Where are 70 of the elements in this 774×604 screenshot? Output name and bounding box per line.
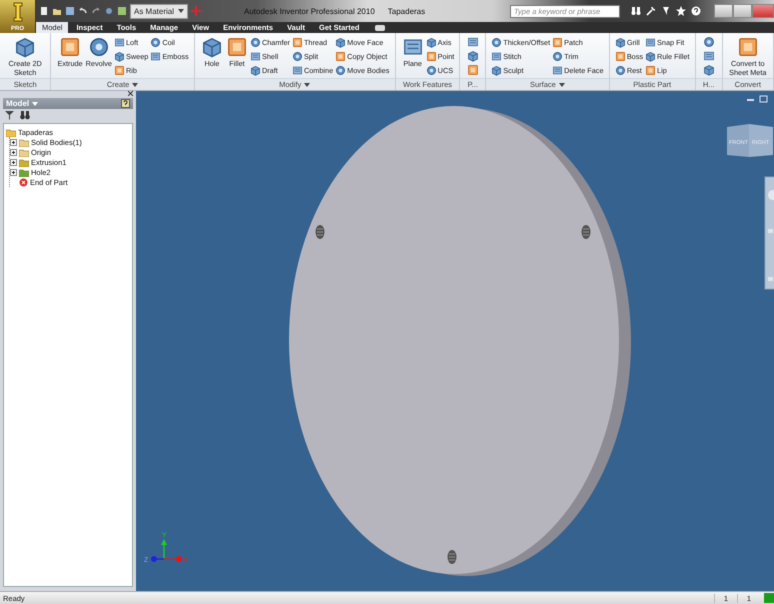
close-icon[interactable] bbox=[128, 91, 133, 96]
panel-icon bbox=[150, 50, 162, 62]
document-name: Tapaderas bbox=[388, 6, 426, 16]
axis-triad-icon bbox=[151, 539, 182, 562]
wrench-icon[interactable] bbox=[646, 6, 656, 16]
panel-icon bbox=[114, 36, 125, 48]
status-indicator bbox=[764, 593, 774, 604]
stop-icon bbox=[19, 178, 28, 187]
sheet-icon bbox=[736, 36, 759, 58]
disc-icon bbox=[292, 50, 303, 62]
tool-button[interactable] bbox=[466, 36, 479, 48]
sheet-icon bbox=[552, 36, 564, 48]
caret-icon bbox=[132, 82, 138, 87]
app-logo-icon bbox=[10, 2, 24, 22]
sheet-icon bbox=[114, 64, 125, 76]
panel-icon bbox=[491, 50, 502, 62]
expand-icon[interactable] bbox=[10, 148, 17, 156]
circle-icon[interactable] bbox=[104, 6, 114, 16]
sheet-icon bbox=[645, 64, 656, 76]
caret-icon bbox=[32, 102, 38, 106]
disc-icon bbox=[250, 36, 261, 48]
redo-icon[interactable] bbox=[91, 6, 101, 16]
restore-button[interactable] bbox=[733, 4, 752, 18]
undo-icon[interactable] bbox=[78, 6, 88, 16]
open-folder-icon[interactable] bbox=[52, 6, 62, 16]
panel-icon bbox=[702, 50, 715, 62]
disc-icon bbox=[702, 36, 715, 48]
window-minimize-icon[interactable] bbox=[747, 99, 754, 102]
panel-icon bbox=[250, 50, 261, 62]
panel-icon bbox=[466, 36, 479, 48]
help-icon[interactable] bbox=[121, 99, 130, 108]
expand-icon[interactable] bbox=[10, 168, 17, 176]
sheet-icon bbox=[292, 36, 303, 48]
tool-button[interactable] bbox=[702, 36, 715, 48]
sheet-icon bbox=[466, 64, 479, 76]
panel-icon bbox=[552, 64, 564, 76]
sheet-icon bbox=[226, 36, 248, 58]
sheet-icon bbox=[335, 50, 346, 62]
window-restore-icon[interactable] bbox=[760, 96, 768, 103]
disc-icon bbox=[88, 36, 110, 58]
sheet-icon bbox=[614, 50, 626, 62]
help-icon[interactable] bbox=[691, 6, 701, 16]
binoculars-icon[interactable] bbox=[20, 111, 30, 120]
expand-icon[interactable] bbox=[10, 158, 17, 166]
window-title: Autodesk Inventor Professional 2010 bbox=[244, 6, 375, 16]
save-icon[interactable] bbox=[65, 6, 75, 16]
new-file-icon[interactable] bbox=[39, 6, 49, 16]
disc-icon bbox=[552, 50, 564, 62]
filter-icon[interactable] bbox=[5, 111, 14, 120]
appearance-dropdown[interactable]: As Material bbox=[130, 4, 188, 18]
disc-icon bbox=[150, 36, 162, 48]
caret-icon bbox=[304, 82, 310, 87]
minimize-button[interactable] bbox=[714, 4, 733, 18]
sheet-icon bbox=[426, 50, 437, 62]
caret-icon bbox=[558, 82, 565, 87]
tool-button[interactable] bbox=[702, 50, 715, 62]
disc-icon bbox=[491, 36, 502, 48]
caret-icon bbox=[178, 9, 184, 13]
view-cube[interactable] bbox=[727, 124, 773, 158]
disc-icon bbox=[335, 64, 346, 76]
square-icon[interactable] bbox=[117, 6, 127, 16]
panel-icon bbox=[292, 64, 303, 76]
star-icon[interactable] bbox=[676, 6, 686, 16]
disc-icon bbox=[614, 64, 626, 76]
disc-icon bbox=[426, 64, 437, 76]
toggle-icon[interactable] bbox=[375, 25, 386, 31]
sheet-icon bbox=[59, 36, 82, 58]
expand-icon[interactable] bbox=[10, 138, 17, 146]
panel-icon bbox=[645, 36, 656, 48]
binoculars-icon[interactable] bbox=[631, 6, 641, 16]
